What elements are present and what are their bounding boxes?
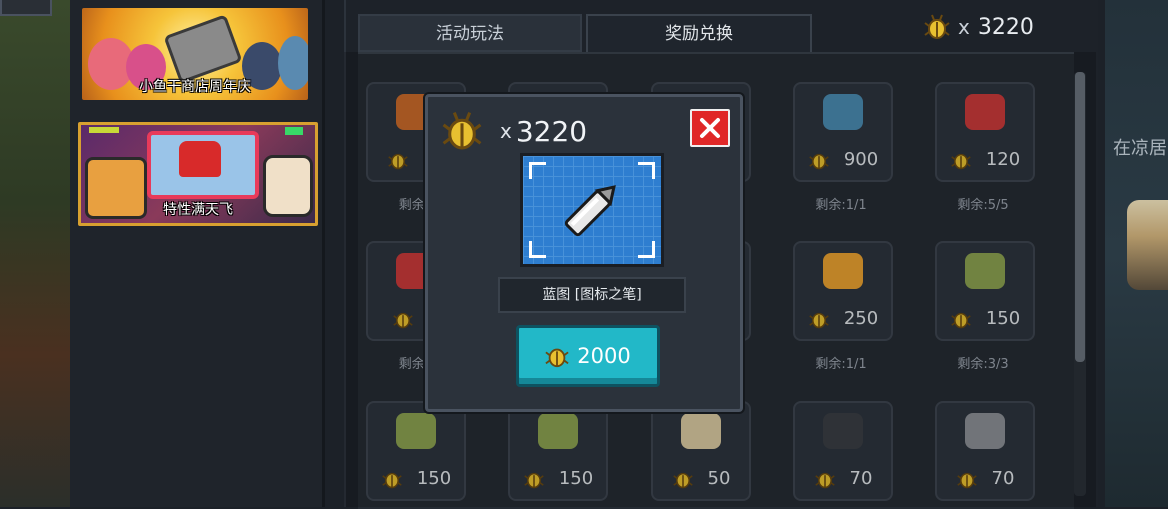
item-name-label: 蓝图 [图标之笔] bbox=[498, 277, 686, 313]
dialog-multiplier: x bbox=[500, 119, 512, 143]
decoration bbox=[89, 127, 119, 133]
dried-fish-icon bbox=[163, 14, 243, 84]
event-banner-trait[interactable]: 特性满天飞 bbox=[78, 122, 318, 226]
golden-beetle-icon bbox=[924, 14, 950, 39]
exchange-price: 2000 bbox=[577, 344, 631, 368]
item-preview bbox=[520, 153, 664, 267]
tab-reward-exchange[interactable]: 奖励兑换 bbox=[586, 14, 812, 54]
dialog-currency-amount: 3220 bbox=[515, 114, 588, 148]
pen-blueprint-icon bbox=[564, 185, 616, 237]
dialog-currency: x 3220 bbox=[442, 109, 587, 153]
golden-beetle-icon bbox=[545, 348, 569, 368]
decoration bbox=[285, 127, 303, 135]
close-icon bbox=[700, 118, 720, 138]
currency-multiplier: x bbox=[958, 15, 970, 39]
world-ui-tab[interactable] bbox=[0, 0, 52, 16]
game-world-right: 在凉居 bbox=[1105, 0, 1168, 507]
tab-event-gameplay[interactable]: 活动玩法 bbox=[358, 14, 582, 52]
banner-caption: 小鱼干商店周年庆 bbox=[139, 79, 251, 95]
currency-amount: 3220 bbox=[977, 14, 1034, 40]
close-button[interactable] bbox=[690, 109, 730, 147]
event-list-panel: 小鱼干商店周年庆 特性满天飞 bbox=[70, 0, 325, 507]
world-character bbox=[1127, 200, 1168, 290]
currency-display: x 3220 bbox=[924, 12, 1034, 42]
red-armor-icon bbox=[179, 141, 221, 177]
banner-caption: 特性满天飞 bbox=[163, 202, 233, 218]
golden-beetle-icon bbox=[442, 111, 482, 150]
exchange-dialog: x 3220 蓝图 [图标之笔] 2000 bbox=[425, 94, 743, 412]
event-banner-anniversary[interactable]: 小鱼干商店周年庆 bbox=[82, 8, 308, 100]
exchange-button[interactable]: 2000 bbox=[516, 325, 660, 387]
world-side-text: 在凉居 bbox=[1113, 138, 1167, 159]
game-world-left bbox=[0, 0, 70, 507]
